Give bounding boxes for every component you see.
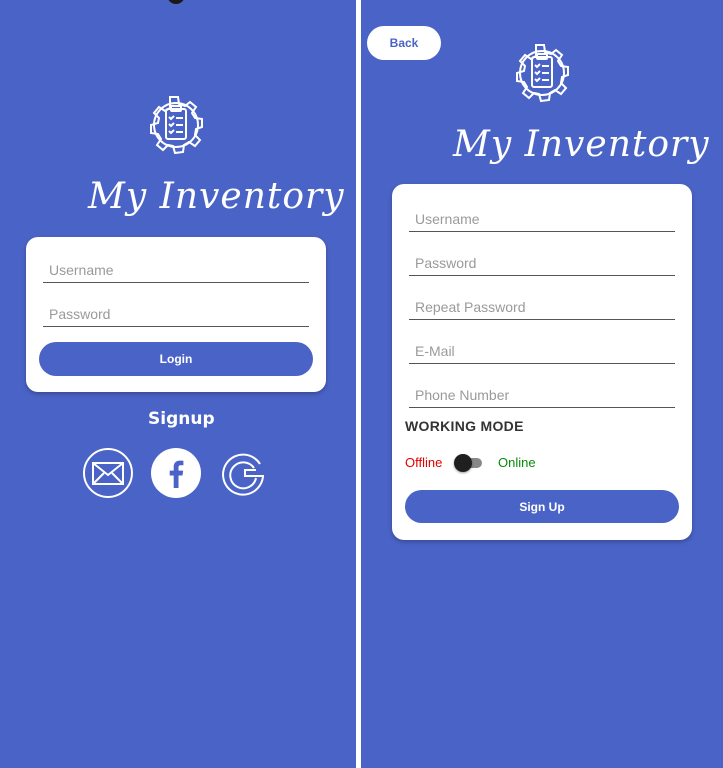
- phone-input[interactable]: [409, 382, 675, 407]
- email-input[interactable]: [409, 338, 675, 363]
- offline-label: Offline: [405, 455, 443, 470]
- password-field[interactable]: [43, 301, 309, 327]
- inventory-gear-logo-icon: [142, 91, 210, 159]
- signup-card: WORKING MODE Offline Online Sign Up: [392, 184, 692, 540]
- working-mode-label: WORKING MODE: [405, 418, 524, 434]
- email-icon[interactable]: [83, 448, 133, 498]
- login-screen: My Inventory Login Signup: [0, 0, 356, 768]
- facebook-icon[interactable]: [151, 448, 201, 498]
- back-button[interactable]: Back: [367, 26, 441, 60]
- login-button[interactable]: Login: [39, 342, 313, 376]
- repeat-password-input[interactable]: [409, 294, 675, 319]
- working-mode-toggle[interactable]: [454, 454, 482, 472]
- password-input[interactable]: [409, 250, 675, 275]
- app-title: My Inventory: [453, 124, 710, 165]
- signup-link[interactable]: Signup: [148, 409, 215, 429]
- app-title: My Inventory: [88, 176, 345, 217]
- signup-button[interactable]: Sign Up: [405, 490, 679, 523]
- toggle-thumb: [454, 454, 472, 472]
- password-field[interactable]: [409, 250, 675, 276]
- username-field[interactable]: [409, 206, 675, 232]
- phone-field[interactable]: [409, 382, 675, 408]
- repeat-password-field[interactable]: [409, 294, 675, 320]
- inventory-gear-logo-icon: [508, 39, 576, 107]
- username-input[interactable]: [43, 257, 309, 282]
- login-card: Login: [26, 237, 326, 392]
- google-icon[interactable]: [218, 448, 268, 498]
- online-label: Online: [498, 455, 536, 470]
- status-bar-fragment: [167, 0, 185, 4]
- username-input[interactable]: [409, 206, 675, 231]
- username-field[interactable]: [43, 257, 309, 283]
- email-field[interactable]: [409, 338, 675, 364]
- signup-screen: Back My Inventory Username E-Mail Phone …: [361, 0, 723, 768]
- password-input[interactable]: [43, 301, 309, 326]
